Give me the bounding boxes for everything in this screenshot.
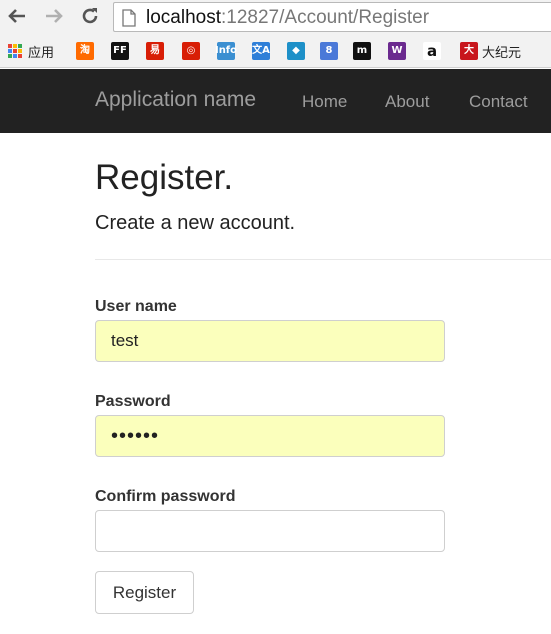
bookmark-azure[interactable]: ◆	[287, 41, 305, 61]
epoch-icon: 大	[460, 42, 478, 60]
forward-arrow-icon[interactable]	[43, 5, 65, 27]
bookmark-taobao[interactable]: 淘	[76, 41, 94, 61]
bookmark-google-8[interactable]: 8	[320, 41, 338, 61]
translate-icon: 文A	[252, 42, 270, 60]
divider	[95, 259, 551, 260]
password-input[interactable]: ••••••	[95, 415, 445, 457]
taobao-icon: 淘	[76, 42, 94, 60]
bookmark-m[interactable]: m	[353, 41, 371, 61]
nav-link-about[interactable]: About	[385, 92, 429, 112]
bookmark-amazon[interactable]: a	[423, 41, 441, 61]
page-icon	[122, 9, 136, 32]
apps-icon	[6, 42, 24, 60]
brand-link[interactable]: Application name	[95, 88, 256, 112]
password-label: Password	[95, 393, 171, 410]
google-8-icon: 8	[320, 42, 338, 60]
register-button[interactable]: Register	[95, 571, 194, 614]
back-arrow-icon[interactable]	[6, 5, 28, 27]
ff-icon: FF	[111, 42, 129, 60]
swirl-icon: ◎	[182, 42, 200, 60]
w-icon: W	[388, 42, 406, 60]
confirm-password-label: Confirm password	[95, 488, 236, 505]
page-subtitle: Create a new account.	[95, 212, 296, 234]
info-icon: Info	[215, 42, 237, 60]
azure-icon: ◆	[287, 42, 305, 60]
m-icon: m	[353, 42, 371, 60]
url-host: localhost	[146, 7, 221, 28]
bookmark-label: 大纪元	[482, 45, 522, 61]
bookmarks-bar: 应用 淘 FF 易 ◎ Info 文A ◆ 8 m Wa 大大纪元	[0, 34, 551, 68]
username-input[interactable]	[95, 320, 445, 362]
url-path: :12827/Account/Register	[221, 7, 430, 28]
nav-link-home[interactable]: Home	[302, 92, 347, 112]
page-title: Register.	[95, 158, 234, 197]
bookmark-apps[interactable]: 应用	[6, 41, 54, 61]
bookmark-epoch[interactable]: 大大纪元	[460, 41, 521, 61]
bookmark-ff[interactable]: FF	[111, 41, 129, 61]
url-text: localhost:12827/Account/Register	[146, 7, 429, 29]
confirm-password-input[interactable]	[95, 510, 445, 552]
username-label: User name	[95, 298, 177, 315]
yi-icon: 易	[146, 42, 164, 60]
nav-link-contact[interactable]: Contact	[469, 92, 528, 112]
amazon-icon: a	[423, 42, 441, 60]
bookmark-w[interactable]: W	[388, 41, 406, 61]
browser-toolbar: localhost:12827/Account/Register	[0, 0, 551, 34]
bookmark-translate[interactable]: 文A	[252, 41, 270, 61]
bookmark-info[interactable]: Info	[215, 41, 237, 61]
bookmark-label: 应用	[28, 45, 55, 61]
reload-icon[interactable]	[79, 5, 101, 27]
bookmark-swirl[interactable]: ◎	[182, 41, 200, 61]
address-bar[interactable]: localhost:12827/Account/Register	[113, 2, 551, 32]
bookmark-yi[interactable]: 易	[146, 41, 164, 61]
navbar: Application name Home About Contact	[0, 69, 551, 133]
